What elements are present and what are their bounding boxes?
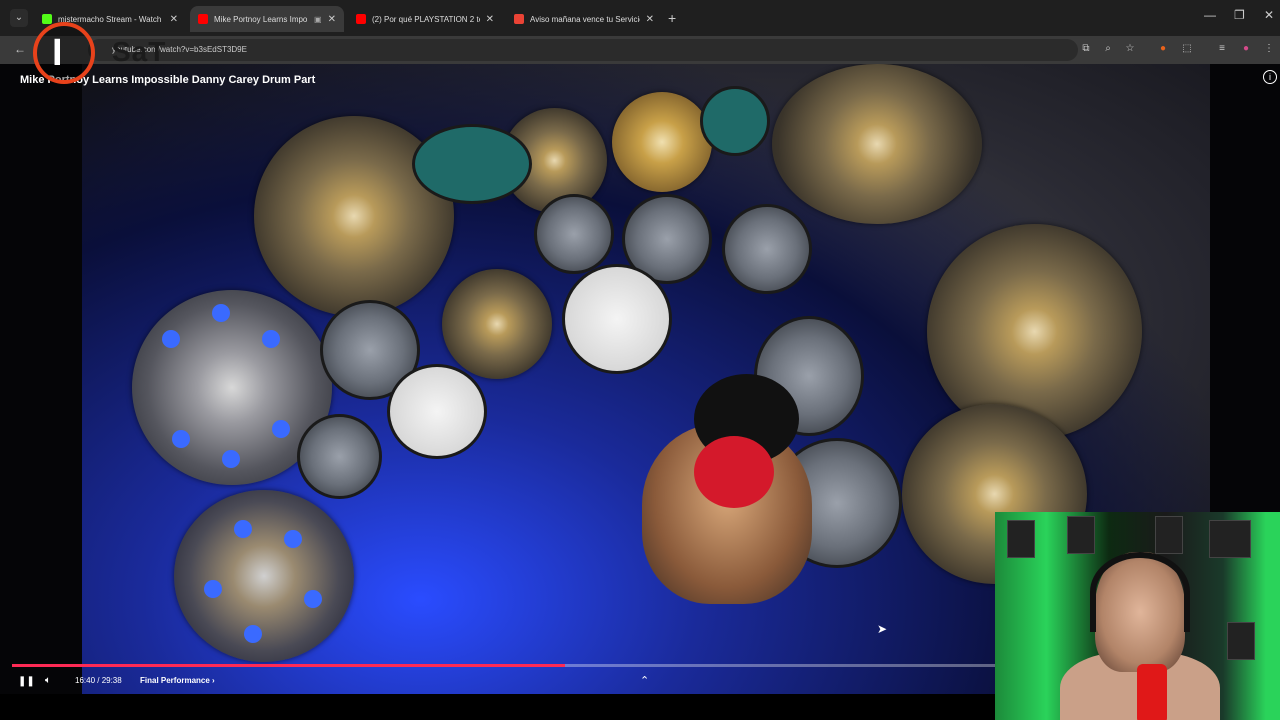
snare-drum [562, 264, 672, 374]
cymbal-hole [244, 625, 262, 643]
tab-close-icon[interactable]: ✕ [486, 14, 494, 25]
zoom-icon[interactable]: ⌕ [1102, 43, 1114, 55]
tab-label: Mike Portnoy Learns Impo [214, 14, 308, 24]
tom-drum [387, 364, 487, 459]
chapter-title[interactable]: Final Performance › [140, 676, 215, 685]
tab-close-icon[interactable]: ✕ [646, 14, 654, 25]
wall-poster [1007, 520, 1035, 558]
youtube-favicon-icon [198, 14, 208, 24]
cymbal-hole [234, 520, 252, 538]
tab-label: mistermacho Stream - Watch Li [58, 14, 164, 24]
wall-poster [1155, 516, 1183, 554]
cymbal [772, 64, 982, 224]
cymbal-hole [212, 304, 230, 322]
browser-toolbar: ← youtube.com/watch?v=b3sEdST3D9E ⧉ ⌕ ☆ … [0, 36, 1280, 64]
headphones [1090, 552, 1190, 632]
chevron-up-icon[interactable]: ⌃ [640, 674, 649, 687]
tab-label: (2) Por qué PLAYSTATION 2 ten [372, 14, 480, 24]
new-tab-icon[interactable]: + [668, 10, 676, 26]
cymbal [927, 224, 1142, 439]
volume-icon[interactable]: 🔈︎ [45, 675, 51, 686]
pause-icon[interactable]: ❚❚ [18, 676, 35, 687]
fx-cymbal [174, 490, 354, 662]
channel-logo-ring [33, 22, 95, 84]
gmail-favicon-icon [514, 14, 524, 24]
minimize-icon[interactable]: — [1204, 8, 1216, 22]
bookmark-star-icon[interactable]: ☆ [1124, 43, 1136, 55]
cymbal-hole [162, 330, 180, 348]
more-menu-icon[interactable]: ⋮ [1263, 43, 1275, 55]
tom-drum [412, 124, 532, 204]
extensions-puzzle-icon[interactable]: ⬚ [1181, 43, 1193, 55]
wall-poster [1209, 520, 1251, 558]
drummer-cap-brim [694, 436, 774, 508]
restore-icon[interactable]: ❐ [1234, 8, 1245, 22]
cymbal-hole [222, 450, 240, 468]
tom-drum [722, 204, 812, 294]
close-window-icon[interactable]: ✕ [1264, 8, 1274, 22]
cymbal-hole [204, 580, 222, 598]
cymbal-hole [262, 330, 280, 348]
cymbal-hole [272, 420, 290, 438]
back-arrow-icon[interactable]: ← [14, 42, 26, 56]
tom-drum [700, 86, 770, 156]
info-icon[interactable]: i [1263, 70, 1277, 84]
progress-bar[interactable] [12, 664, 995, 667]
tom-drum [297, 414, 382, 499]
cast-icon[interactable]: ⧉ [1080, 43, 1092, 55]
tab-youtube-active[interactable]: Mike Portnoy Learns Impo ▣ ✕ [190, 6, 344, 32]
cymbal-hole [304, 590, 322, 608]
tab-gmail[interactable]: Aviso mañana vence tu Servicio ✕ [506, 6, 662, 32]
chapter-label: Final Performance [140, 676, 210, 685]
player-controls: ❚❚ 🔈︎ 16:40 / 29:38 Final Performance › … [0, 672, 995, 694]
channel-logo-letter: I [52, 32, 63, 74]
wall-poster [1067, 516, 1095, 554]
tab-label: Aviso mañana vence tu Servicio [530, 14, 640, 24]
tab-strip: ⌄ mistermacho Stream - Watch Li ✕ Mike P… [0, 0, 1280, 36]
extension-icon[interactable]: ● [1157, 43, 1169, 55]
tom-drum [534, 194, 614, 274]
profile-avatar-icon[interactable]: ● [1240, 43, 1252, 55]
mouse-cursor-icon: ➤ [877, 622, 888, 636]
youtube-favicon-icon [356, 14, 366, 24]
address-bar[interactable]: youtube.com/watch?v=b3sEdST3D9E [88, 39, 1078, 61]
tab-close-icon[interactable]: ✕ [328, 14, 336, 25]
channel-logo-word: SaT [112, 36, 167, 67]
cymbal-hole [284, 530, 302, 548]
media-controls-icon[interactable]: ≡ [1216, 43, 1228, 55]
time-display: 16:40 / 29:38 [75, 676, 122, 685]
wall-poster [1227, 622, 1255, 660]
tab-youtube-playstation[interactable]: (2) Por qué PLAYSTATION 2 ten ✕ [348, 6, 502, 32]
progress-bar-fill [12, 664, 566, 667]
cymbal [442, 269, 552, 379]
china-cymbal [612, 92, 712, 192]
tab-search-chevron-icon[interactable]: ⌄ [10, 9, 28, 27]
microphone [1137, 664, 1167, 720]
cymbal-hole [172, 430, 190, 448]
kick-favicon-icon [42, 14, 52, 24]
media-playing-icon[interactable]: ▣ [314, 15, 322, 24]
tab-close-icon[interactable]: ✕ [170, 14, 178, 25]
webcam-overlay [995, 512, 1280, 720]
